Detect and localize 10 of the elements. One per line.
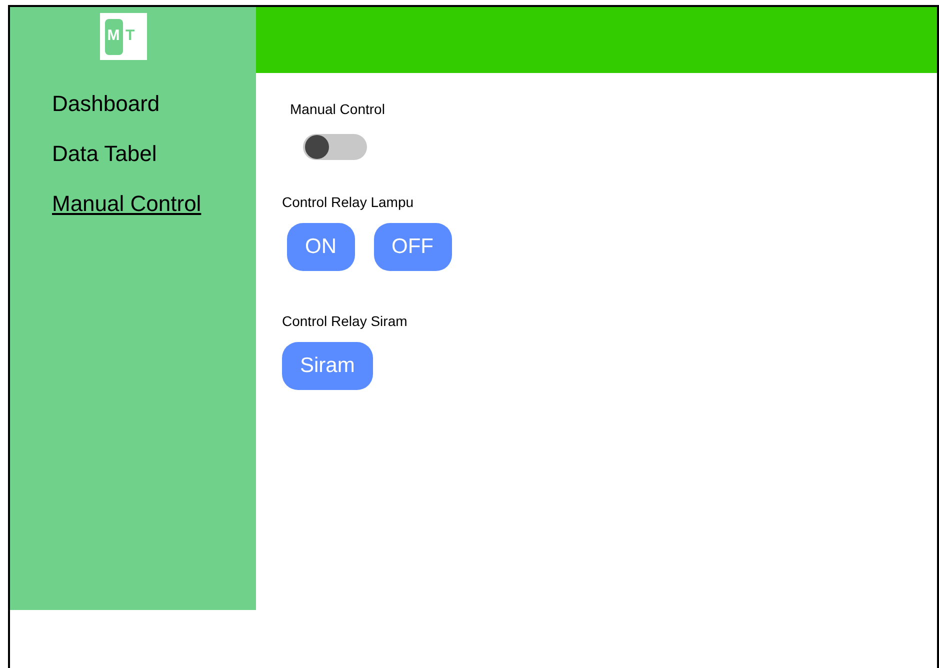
nav-link[interactable]: Manual Control [52,190,202,218]
section-label: Manual Control [290,100,386,119]
section-label: Control Relay Siram [282,312,408,331]
logo-letter: M [104,18,122,54]
nav-link[interactable]: Data Tabel [52,140,157,168]
toggle-switch[interactable] [303,134,367,160]
section-label: Control Relay Lampu [282,193,415,212]
nav-link[interactable]: Dashboard [52,90,160,118]
logo-letter: T [126,26,135,46]
toggle-knob[interactable] [305,135,329,159]
